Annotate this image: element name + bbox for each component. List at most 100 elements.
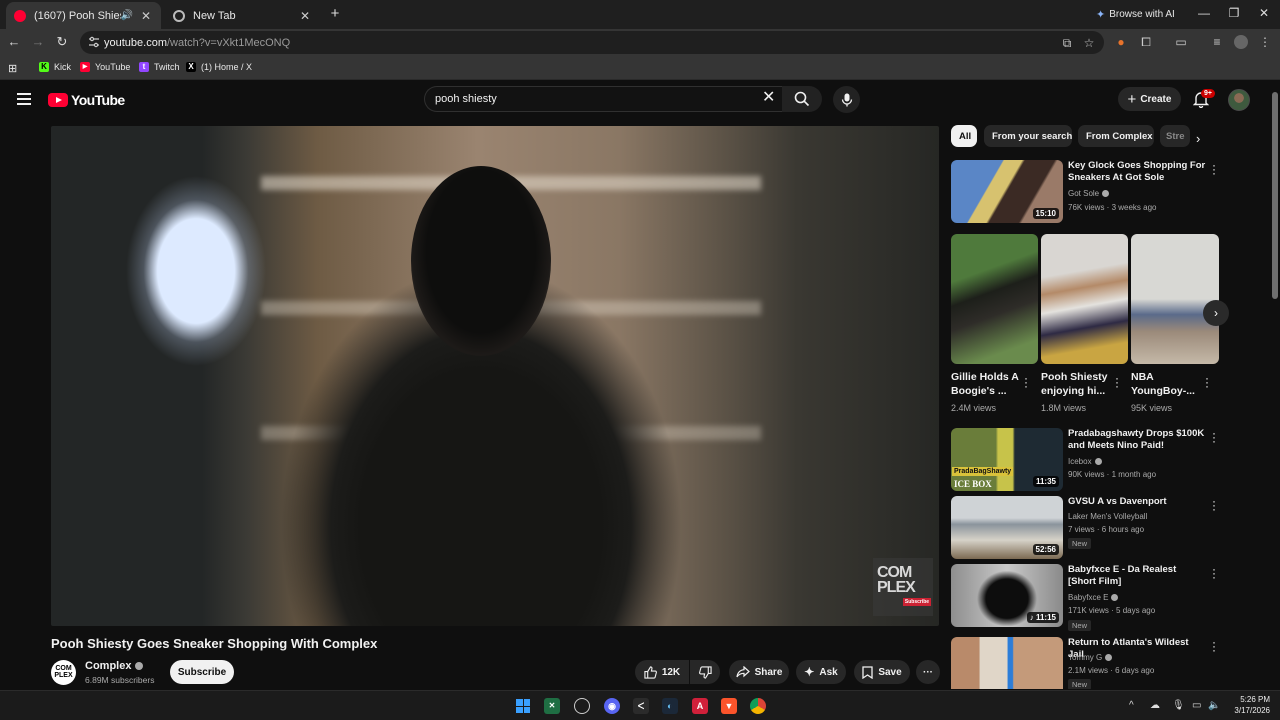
search-input[interactable]: pooh shiesty (424, 86, 782, 112)
chip-all[interactable]: All (951, 125, 977, 147)
short-title[interactable]: Gillie Holds A Boogie's ... (951, 370, 1023, 398)
chrome-icon[interactable] (750, 698, 766, 714)
chip-from-complex[interactable]: From Complex (1078, 125, 1154, 147)
channel-name[interactable]: Tommy G (1068, 653, 1113, 662)
scrollbar-thumb[interactable] (1272, 92, 1278, 299)
video-player[interactable]: COM PLEX Subscribe (51, 126, 939, 626)
tab-close-icon[interactable]: ✕ (139, 9, 153, 23)
address-bar[interactable]: youtube.com/watch?v=vXkt1MecONQ ⧉ ☆ (80, 31, 1104, 54)
channel-name[interactable]: Complex (85, 660, 144, 672)
recommendation-item[interactable]: ♪ 11:15 Babyfxce E - Da Realest [Short F… (951, 563, 1251, 631)
bookmark-kick[interactable]: K Kick (39, 62, 71, 72)
short-more-icon[interactable]: · · · (1023, 372, 1029, 392)
more-options-icon[interactable]: · · · (1210, 495, 1218, 515)
video-title[interactable]: Key Glock Goes Shopping For Sneakers At … (1068, 160, 1206, 184)
ask-button[interactable]: ✦ Ask (796, 660, 846, 684)
shorts-next-button[interactable]: › (1203, 300, 1229, 326)
bookmark-youtube[interactable]: ▶ YouTube (80, 62, 130, 72)
browse-with-ai-button[interactable]: ✦ Browse with AI (1096, 8, 1175, 21)
short-thumbnail[interactable] (951, 234, 1038, 364)
search-button[interactable] (782, 86, 822, 112)
bookmark-twitch[interactable]: t Twitch (139, 62, 180, 72)
bookmark-x[interactable]: X (1) Home / X (186, 62, 252, 72)
recommendation-item[interactable]: PradaBagShawty ICE BOX 11:35 Pradabagsha… (951, 427, 1251, 491)
like-button[interactable]: 12K (635, 660, 689, 684)
short-more-icon[interactable]: · · · (1204, 372, 1210, 392)
account-avatar[interactable] (1228, 89, 1250, 111)
channel-name[interactable]: Laker Men's Volleyball (1068, 512, 1147, 521)
system-clock[interactable]: 5:26 PM 3/17/2026 (1226, 694, 1270, 716)
audio-playing-icon[interactable]: 🔊 (121, 10, 133, 21)
recommendation-item[interactable]: 52:56 GVSU A vs Davenport Laker Men's Vo… (951, 495, 1251, 559)
short-title[interactable]: Pooh Shiesty enjoying hi... (1041, 370, 1113, 398)
reading-list-icon[interactable]: ≡ (1210, 35, 1224, 49)
short-title[interactable]: NBA YoungBoy-... (1131, 370, 1203, 398)
site-info-icon[interactable] (88, 36, 100, 48)
xbox-app-icon[interactable]: ✕ (544, 698, 560, 714)
discord-icon[interactable]: ◉ (604, 698, 620, 714)
channel-name[interactable]: Got Sole (1068, 189, 1110, 198)
video-title[interactable]: Pradabagshawty Drops $100K and Meets Nin… (1068, 428, 1206, 452)
chip-from-your-search[interactable]: From your search (984, 125, 1072, 147)
voice-search-button[interactable] (833, 86, 860, 113)
new-tab-button[interactable]: + (327, 6, 343, 22)
minimize-button[interactable]: — (1196, 6, 1212, 20)
channel-name[interactable]: Icebox (1068, 457, 1102, 466)
more-options-icon[interactable]: · · · (1210, 159, 1218, 179)
hamburger-menu-icon[interactable] (17, 93, 31, 105)
video-thumbnail[interactable]: 15:10 (951, 160, 1063, 223)
tab-close-icon[interactable]: ✕ (298, 9, 312, 23)
chip-streams[interactable]: Stre (1160, 125, 1190, 147)
subscribe-button[interactable]: Subscribe (170, 660, 234, 684)
recommendation-item[interactable]: Return to Atlanta's Wildest Jail Tommy G… (951, 637, 1251, 689)
more-options-icon[interactable]: · · · (1210, 427, 1218, 447)
app-icon[interactable]: ᐸ (633, 698, 649, 714)
more-options-icon[interactable]: · · · (1210, 637, 1218, 656)
apps-grid-icon[interactable]: ⊞ (8, 62, 17, 75)
restore-button[interactable]: ❐ (1226, 6, 1242, 20)
volume-icon[interactable]: 🔈 (1208, 700, 1220, 711)
profile-icon[interactable] (1234, 35, 1248, 49)
video-thumbnail[interactable]: PradaBagShawty ICE BOX 11:35 (951, 428, 1063, 491)
onedrive-icon[interactable]: ☁ (1150, 700, 1160, 711)
short-thumbnail[interactable] (1041, 234, 1128, 364)
tab-youtube[interactable]: (1607) Pooh Shiesty Goes S 🔊 ✕ (6, 2, 161, 29)
video-title[interactable]: Babyfxce E - Da Realest [Short Film] (1068, 564, 1206, 588)
clear-search-icon[interactable]: ✕ (762, 90, 775, 106)
video-thumbnail[interactable]: ♪ 11:15 (951, 564, 1063, 627)
extensions-puzzle-icon[interactable]: ⧠ (1139, 35, 1153, 49)
share-button[interactable]: Share (729, 660, 789, 684)
tab-new-tab[interactable]: New Tab ✕ (165, 2, 320, 29)
create-button[interactable]: + Create (1118, 87, 1181, 111)
extension-icon[interactable]: ● (1114, 35, 1128, 49)
video-thumbnail[interactable]: 52:56 (951, 496, 1063, 559)
channel-name[interactable]: Babyfxce E (1068, 593, 1119, 602)
windows-start-icon[interactable] (515, 698, 531, 714)
video-thumbnail[interactable] (951, 637, 1063, 689)
short-thumbnail[interactable] (1131, 234, 1219, 364)
save-button[interactable]: Save (854, 660, 910, 684)
watermark-subscribe[interactable]: Subscribe (903, 598, 931, 606)
bookmark-star-icon[interactable]: ☆ (1082, 36, 1096, 50)
dislike-button[interactable] (690, 660, 720, 684)
channel-avatar[interactable]: COM PLEX (51, 660, 76, 685)
menu-kebab-icon[interactable]: ⋮ (1258, 35, 1272, 49)
tray-overflow-icon[interactable]: ^ (1129, 700, 1134, 711)
forward-button[interactable]: → (30, 34, 46, 50)
microphone-tray-icon[interactable]: 🎙 (1172, 700, 1185, 711)
more-actions-button[interactable]: ··· (916, 660, 940, 684)
reload-button[interactable]: ↻ (54, 34, 70, 50)
video-title[interactable]: GVSU A vs Davenport (1068, 496, 1206, 508)
close-window-button[interactable]: ✕ (1256, 6, 1272, 20)
chips-next-icon[interactable]: › (1196, 131, 1200, 146)
install-app-icon[interactable]: ⧉ (1060, 36, 1074, 50)
short-more-icon[interactable]: · · · (1114, 372, 1120, 392)
recommendation-item[interactable]: 15:10 Key Glock Goes Shopping For Sneake… (951, 159, 1251, 223)
browser-app-icon[interactable] (574, 698, 590, 714)
adobe-icon[interactable]: A (692, 698, 708, 714)
network-icon[interactable]: ▭ (1192, 700, 1201, 711)
back-button[interactable]: ← (6, 34, 22, 50)
youtube-logo[interactable]: YouTube (48, 92, 125, 108)
brave-icon[interactable]: ▼ (721, 698, 737, 714)
cast-icon[interactable]: ▭ (1174, 35, 1188, 49)
